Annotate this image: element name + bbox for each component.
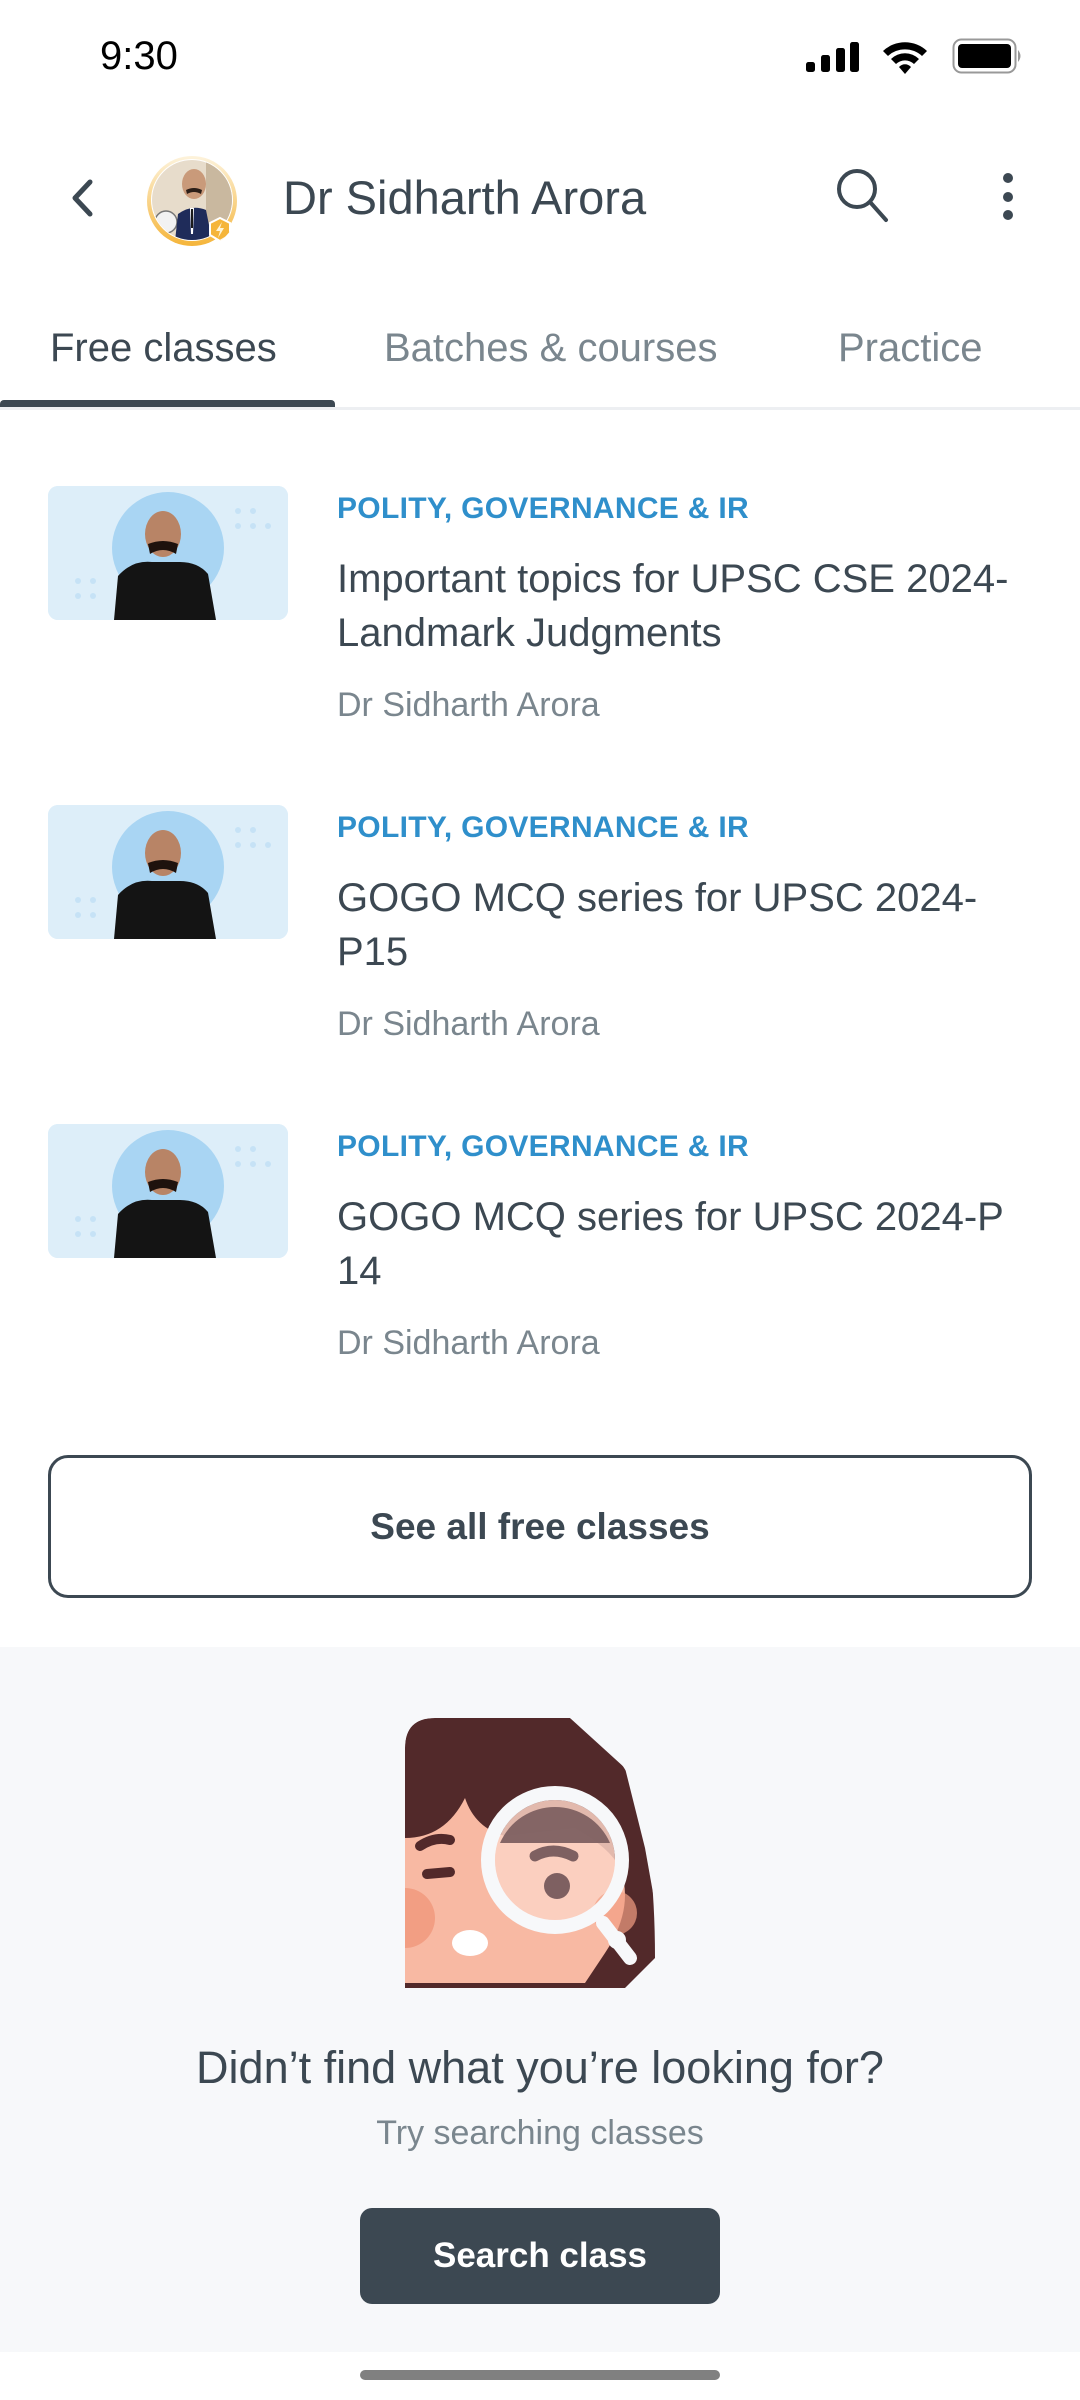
page-title: Dr Sidharth Arora: [283, 171, 647, 224]
search-button[interactable]: [830, 164, 894, 228]
class-item[interactable]: POLITY, GOVERNANCE & IR GOGO MCQ series …: [0, 805, 1080, 1105]
class-author: Dr Sidharth Arora: [337, 686, 600, 724]
back-button[interactable]: [60, 172, 104, 224]
class-title: Important topics for UPSC CSE 2024- Land…: [337, 557, 1009, 655]
class-author: Dr Sidharth Arora: [337, 1324, 600, 1362]
class-thumbnail: [48, 486, 288, 620]
avatar[interactable]: [144, 154, 240, 250]
search-class-button[interactable]: Search class: [360, 2208, 720, 2304]
tab-practice[interactable]: Practice: [838, 326, 983, 371]
more-options-button[interactable]: [986, 166, 1030, 226]
see-all-free-classes-button[interactable]: See all free classes: [48, 1455, 1032, 1598]
class-category: POLITY, GOVERNANCE & IR: [337, 1130, 749, 1163]
signal-icon: [806, 42, 859, 72]
tab-batches-courses[interactable]: Batches & courses: [384, 326, 718, 371]
tab-bar: Free classes Batches & courses Practice: [0, 310, 1080, 410]
class-item[interactable]: POLITY, GOVERNANCE & IR GOGO MCQ series …: [0, 1124, 1080, 1424]
class-category: POLITY, GOVERNANCE & IR: [337, 492, 749, 525]
class-category: POLITY, GOVERNANCE & IR: [337, 811, 749, 844]
class-title: GOGO MCQ series for UPSC 2024-P 14: [337, 1195, 1004, 1293]
class-title: GOGO MCQ series for UPSC 2024-P15: [337, 876, 978, 974]
tab-free-classes[interactable]: Free classes: [50, 326, 277, 371]
class-author: Dr Sidharth Arora: [337, 1005, 600, 1043]
search-icon: [837, 169, 888, 222]
class-thumbnail: [48, 1124, 288, 1258]
magnifier-girl-illustration: [405, 1718, 670, 1988]
more-vertical-icon: [1003, 173, 1013, 220]
class-item[interactable]: POLITY, GOVERNANCE & IR Important topics…: [0, 486, 1080, 786]
help-title: Didn’t find what you’re looking for?: [196, 2042, 884, 2093]
status-time: 9:30: [100, 34, 178, 78]
class-thumbnail: [48, 805, 288, 939]
active-tab-indicator: [0, 400, 335, 407]
home-indicator[interactable]: [360, 2370, 720, 2380]
battery-icon: [952, 38, 1021, 74]
lightning-icon: [209, 216, 231, 243]
chevron-left-icon: [72, 179, 93, 217]
search-help-section: Didn’t find what you’re looking for? Try…: [0, 1647, 1080, 2352]
wifi-icon: [883, 42, 927, 74]
help-subtitle: Try searching classes: [376, 2114, 704, 2152]
